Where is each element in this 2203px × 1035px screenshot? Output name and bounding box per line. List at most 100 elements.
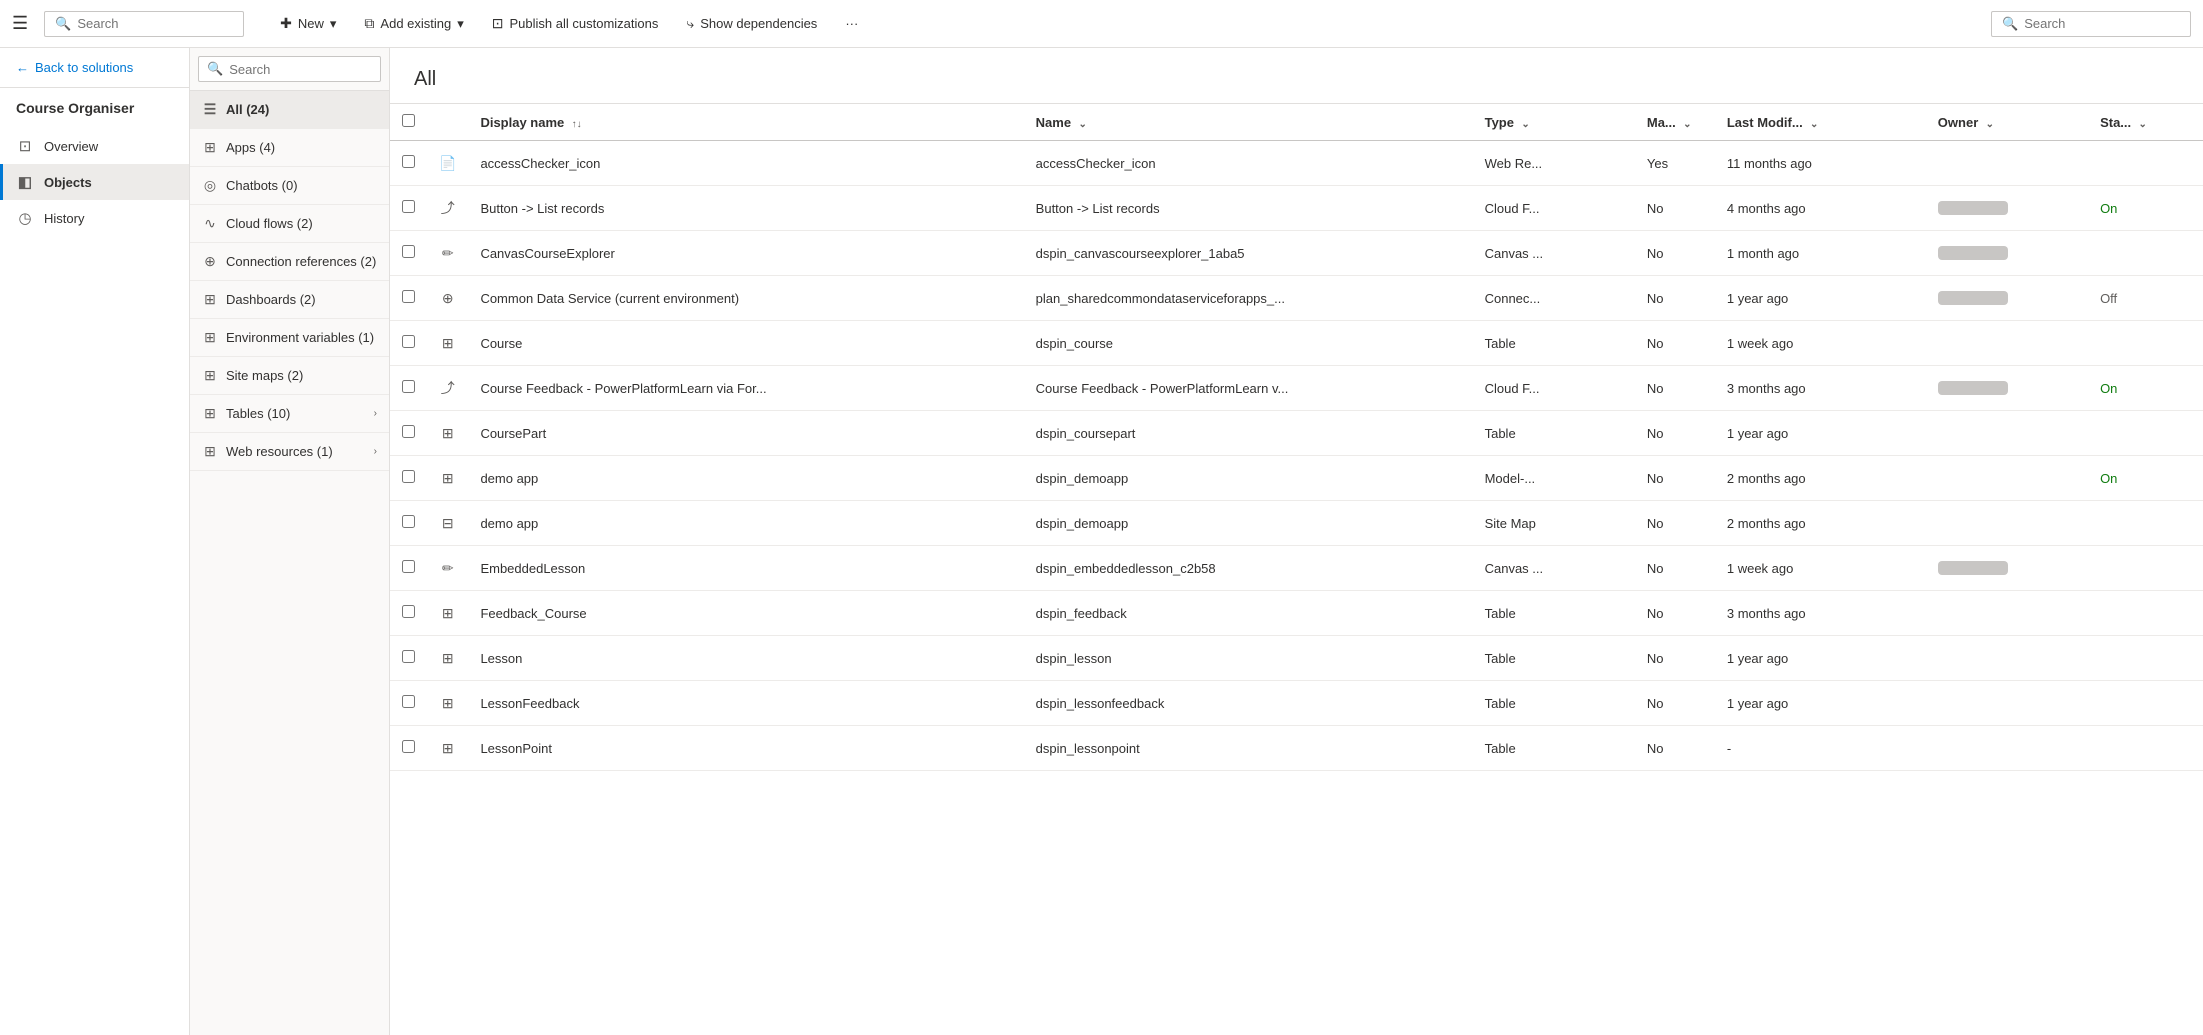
row-checkbox[interactable] — [402, 560, 415, 573]
owner-cell — [1926, 276, 2088, 321]
row-checkbox[interactable] — [402, 155, 415, 168]
row-checkbox[interactable] — [402, 245, 415, 258]
row-menu-cell[interactable]: ⋯ — [972, 591, 1024, 636]
table-row[interactable]: ⊞ LessonPoint ⋯ dspin_lessonpoint Table … — [390, 726, 2203, 771]
row-checkbox-cell[interactable] — [390, 456, 427, 501]
back-to-solutions-link[interactable]: ← Back to solutions — [0, 48, 189, 88]
row-checkbox-cell[interactable] — [390, 681, 427, 726]
status-cell — [2088, 411, 2203, 456]
table-row[interactable]: ⊞ Course ⋯ dspin_course Table No 1 week … — [390, 321, 2203, 366]
middle-item-site-maps[interactable]: ⊞ Site maps (2) — [190, 357, 389, 395]
name-header[interactable]: Name ⌄ — [1024, 104, 1473, 141]
middle-item-dashboards[interactable]: ⊞ Dashboards (2) — [190, 281, 389, 319]
checkbox-header[interactable] — [390, 104, 427, 141]
row-checkbox[interactable] — [402, 740, 415, 753]
table-row[interactable]: ⊕ Common Data Service (current environme… — [390, 276, 2203, 321]
middle-item-cloud-flows[interactable]: ∿ Cloud flows (2) — [190, 205, 389, 243]
row-checkbox[interactable] — [402, 200, 415, 213]
owner-header[interactable]: Owner ⌄ — [1926, 104, 2088, 141]
table-row[interactable]: ⊞ Feedback_Course ⋯ dspin_feedback Table… — [390, 591, 2203, 636]
row-menu-cell[interactable]: ⋯ — [972, 366, 1024, 411]
modified-value: 11 months ago — [1727, 156, 1812, 171]
middle-item-tables[interactable]: ⊞ Tables (10) › — [190, 395, 389, 433]
row-menu-cell[interactable]: ⋯ — [972, 141, 1024, 186]
managed-header[interactable]: Ma... ⌄ — [1635, 104, 1715, 141]
row-checkbox-cell[interactable] — [390, 321, 427, 366]
row-menu-cell[interactable]: ⋯ — [972, 546, 1024, 591]
row-menu-cell[interactable]: ⋯ — [972, 186, 1024, 231]
topbar-right-search-box[interactable]: 🔍 — [1991, 11, 2191, 37]
row-checkbox-cell[interactable] — [390, 231, 427, 276]
topbar-search-input[interactable] — [77, 16, 227, 31]
display-name-header[interactable]: Display name ↑↓ — [468, 104, 971, 141]
table-row[interactable]: ⊞ CoursePart ⋯ dspin_coursepart Table No… — [390, 411, 2203, 456]
table-row[interactable]: ⊞ demo app ⋯ dspin_demoapp Model-... No … — [390, 456, 2203, 501]
sort-icon-name: ⌄ — [1078, 119, 1086, 130]
row-checkbox[interactable] — [402, 380, 415, 393]
middle-item-connection-refs[interactable]: ⊕ Connection references (2) — [190, 243, 389, 281]
table-row[interactable]: ⤴ Button -> List records ⋯ Button -> Lis… — [390, 186, 2203, 231]
row-checkbox-cell[interactable] — [390, 636, 427, 681]
table-row[interactable]: ⊞ LessonFeedback ⋯ dspin_lessonfeedback … — [390, 681, 2203, 726]
name-value: dspin_course — [1036, 336, 1113, 351]
row-menu-cell[interactable]: ⋯ — [972, 456, 1024, 501]
table-row[interactable]: ✏ EmbeddedLesson ⋯ dspin_embeddedlesson_… — [390, 546, 2203, 591]
table-row[interactable]: 📄 accessChecker_icon ⋯ accessChecker_ico… — [390, 141, 2203, 186]
modified-header[interactable]: Last Modif... ⌄ — [1715, 104, 1926, 141]
row-menu-cell[interactable]: ⋯ — [972, 231, 1024, 276]
table-row[interactable]: ✏ CanvasCourseExplorer ⋯ dspin_canvascou… — [390, 231, 2203, 276]
row-checkbox-cell[interactable] — [390, 141, 427, 186]
topbar-right-search-input[interactable] — [2024, 16, 2164, 31]
middle-item-apps[interactable]: ⊞ Apps (4) — [190, 129, 389, 167]
row-checkbox[interactable] — [402, 335, 415, 348]
row-checkbox-cell[interactable] — [390, 546, 427, 591]
middle-item-chatbots[interactable]: ◎ Chatbots (0) — [190, 167, 389, 205]
display-name-value: EmbeddedLesson — [480, 561, 585, 576]
show-dependencies-button[interactable]: ⤷ Show dependencies — [674, 9, 829, 38]
sidebar-item-objects[interactable]: ◧ Objects — [0, 164, 189, 200]
type-value: Table — [1485, 606, 1516, 621]
row-menu-cell[interactable]: ⋯ — [972, 636, 1024, 681]
row-checkbox[interactable] — [402, 425, 415, 438]
middle-item-env-vars[interactable]: ⊞ Environment variables (1) — [190, 319, 389, 357]
publish-button[interactable]: ⊡ Publish all customizations — [480, 9, 671, 38]
topbar-search-box[interactable]: 🔍 — [44, 11, 244, 37]
row-checkbox[interactable] — [402, 470, 415, 483]
row-checkbox[interactable] — [402, 695, 415, 708]
middle-item-web-resources[interactable]: ⊞ Web resources (1) › — [190, 433, 389, 471]
hamburger-icon[interactable]: ☰ — [12, 13, 28, 34]
status-header[interactable]: Sta... ⌄ — [2088, 104, 2203, 141]
type-header[interactable]: Type ⌄ — [1473, 104, 1635, 141]
more-button[interactable]: ··· — [833, 10, 870, 37]
new-button[interactable]: ✚ New ▾ — [268, 9, 348, 38]
row-checkbox-cell[interactable] — [390, 366, 427, 411]
row-checkbox[interactable] — [402, 515, 415, 528]
middle-item-label-env-vars: Environment variables (1) — [226, 330, 377, 345]
row-menu-cell[interactable]: ⋯ — [972, 276, 1024, 321]
middle-search-input[interactable] — [229, 62, 372, 77]
row-menu-cell[interactable]: ⋯ — [972, 501, 1024, 546]
table-row[interactable]: ⤴ Course Feedback - PowerPlatformLearn v… — [390, 366, 2203, 411]
row-checkbox-cell[interactable] — [390, 726, 427, 771]
row-checkbox-cell[interactable] — [390, 501, 427, 546]
row-menu-cell[interactable]: ⋯ — [972, 726, 1024, 771]
select-all-checkbox[interactable] — [402, 114, 415, 127]
row-menu-cell[interactable]: ⋯ — [972, 681, 1024, 726]
sidebar-item-overview[interactable]: ⊡ Overview — [0, 128, 189, 164]
row-checkbox[interactable] — [402, 290, 415, 303]
row-checkbox[interactable] — [402, 650, 415, 663]
row-checkbox[interactable] — [402, 605, 415, 618]
managed-cell: No — [1635, 321, 1715, 366]
sidebar-item-history[interactable]: ◷ History — [0, 200, 189, 236]
table-row[interactable]: ⊞ Lesson ⋯ dspin_lesson Table No 1 year … — [390, 636, 2203, 681]
middle-search-box[interactable]: 🔍 — [198, 56, 381, 82]
table-row[interactable]: ⊟ demo app ⋯ dspin_demoapp Site Map No 2… — [390, 501, 2203, 546]
row-checkbox-cell[interactable] — [390, 411, 427, 456]
middle-item-all[interactable]: ☰ All (24) — [190, 91, 389, 129]
row-menu-cell[interactable]: ⋯ — [972, 321, 1024, 366]
row-checkbox-cell[interactable] — [390, 186, 427, 231]
row-checkbox-cell[interactable] — [390, 591, 427, 636]
row-menu-cell[interactable]: ⋯ — [972, 411, 1024, 456]
row-checkbox-cell[interactable] — [390, 276, 427, 321]
add-existing-button[interactable]: ⧉ Add existing ▾ — [352, 9, 475, 38]
